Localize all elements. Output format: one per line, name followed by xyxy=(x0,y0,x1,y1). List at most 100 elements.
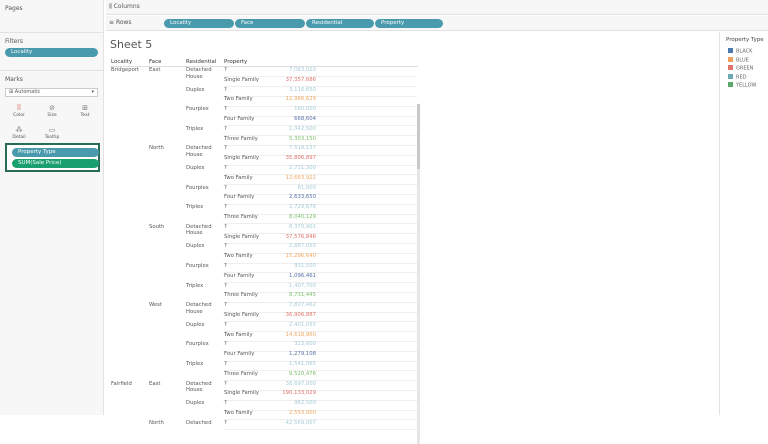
header-property: Property xyxy=(224,59,248,65)
cell-property: ? xyxy=(224,341,227,348)
cell-face: West xyxy=(149,302,163,309)
cell-sale-price: 9,520,476 xyxy=(289,370,316,377)
cell-residential: Detached House xyxy=(186,380,212,394)
text-button[interactable]: ⊞ Text xyxy=(72,103,98,123)
legend-label: YELLOW xyxy=(736,82,757,89)
cell-sale-price: 3,116,650 xyxy=(289,86,316,93)
header-face: Face xyxy=(149,59,162,65)
cell-locality: Bridgeport xyxy=(111,67,140,73)
rows-text: Rows xyxy=(115,19,132,26)
cell-face: North xyxy=(149,145,164,152)
legend-label: RED xyxy=(736,74,747,80)
cell-locality: Fairfield xyxy=(111,380,132,387)
marks-type-dropdown[interactable]: ⊞ Automatic ▾ xyxy=(5,88,98,97)
cell-property: Three Family xyxy=(224,370,258,377)
cell-sale-price: 962,500 xyxy=(294,400,316,407)
row-pill-locality[interactable]: Locality xyxy=(164,19,234,28)
cell-property: Three Family xyxy=(224,292,258,299)
cell-residential: Detached House xyxy=(186,67,212,80)
cell-sale-price: 2,731,300 xyxy=(289,165,316,171)
marks-pill-sum-sale-price[interactable]: SUM(Sale Price) xyxy=(12,159,99,168)
cell-sale-price: 37,576,846 xyxy=(285,233,316,240)
legend-label: BLUE xyxy=(736,57,749,63)
cell-face: East xyxy=(149,67,161,73)
legend-label: BLACK xyxy=(736,48,753,55)
cell-property: Two Family xyxy=(224,174,253,181)
legend-item[interactable]: BLUE xyxy=(728,56,749,63)
vertical-scrollbar[interactable] xyxy=(417,104,420,444)
cell-property: ? xyxy=(224,302,227,309)
cell-sale-price: 14,618,960 xyxy=(285,331,316,338)
cell-property: Single Family xyxy=(224,312,260,318)
legend-swatch xyxy=(728,73,733,79)
cell-property: Four Family xyxy=(224,194,255,201)
legend-item[interactable]: GREEN xyxy=(728,65,753,72)
cell-sale-price: 323,600 xyxy=(294,341,316,348)
cell-sale-price: 160,000 xyxy=(294,106,316,113)
legend-item[interactable]: BLACK xyxy=(728,48,752,55)
cell-residential: Detached xyxy=(186,419,212,426)
worksheet-view: Sheet 5 Locality Face Residential Proper… xyxy=(106,32,718,444)
legend-item[interactable]: RED xyxy=(728,73,747,80)
cell-property: Two Family xyxy=(224,253,253,260)
marks-pill-property-type[interactable]: Property Type xyxy=(12,148,99,157)
filter-pill-locality[interactable]: Locality xyxy=(5,48,98,57)
scrollbar-thumb[interactable] xyxy=(417,104,420,169)
cell-property: ? xyxy=(224,223,227,230)
cell-sale-price: 1,541,065 xyxy=(289,361,316,367)
row-divider xyxy=(223,144,417,146)
cell-sale-price: 7,807,462 xyxy=(289,302,316,309)
cell-sale-price: 37,357,686 xyxy=(285,76,316,83)
cell-property: ? xyxy=(224,106,227,113)
legend-swatch xyxy=(728,48,733,53)
cell-property: ? xyxy=(224,67,227,73)
cell-property: ? xyxy=(224,263,227,269)
pages-label: Pages xyxy=(5,5,23,12)
cell-residential: Fourplex xyxy=(186,341,209,348)
color-label: Color xyxy=(13,113,25,118)
cell-property: ? xyxy=(224,145,227,152)
row-divider xyxy=(223,262,417,264)
columns-shelf[interactable]: ⫼ Columns xyxy=(106,0,768,15)
rows-icon: ≡ xyxy=(109,19,116,26)
cell-property: Two Family xyxy=(224,410,253,416)
row-pill-residential[interactable]: Residential xyxy=(306,19,374,28)
cell-property: ? xyxy=(224,282,227,289)
cell-property: Single Family xyxy=(224,76,260,83)
row-divider xyxy=(223,125,417,127)
rows-shelf[interactable]: ≡ Rows Locality Face Residential Propert… xyxy=(106,16,768,31)
cell-property: Four Family xyxy=(224,351,255,358)
row-pill-face[interactable]: Face xyxy=(235,19,305,28)
color-button[interactable]: ⠿ Color xyxy=(6,103,32,123)
tooltip-icon: ▭ xyxy=(48,126,56,134)
size-button[interactable]: ⊘ Size xyxy=(39,103,65,123)
cell-sale-price: 2,633,650 xyxy=(289,194,316,201)
divider xyxy=(0,32,104,33)
cell-face: East xyxy=(149,380,161,387)
cell-property: ? xyxy=(224,165,227,171)
text-icon: ⊞ xyxy=(82,104,88,112)
detail-label: Detail xyxy=(12,135,26,140)
cell-residential: Duplex xyxy=(186,86,205,93)
cell-property: Two Family xyxy=(224,96,253,103)
row-pill-property[interactable]: Property xyxy=(375,19,443,28)
cell-sale-price: 35,806,897 xyxy=(285,155,316,162)
cell-property: Single Family xyxy=(224,233,260,240)
cell-sale-price: 8,040,129 xyxy=(289,214,316,220)
cell-sale-price: 668,604 xyxy=(294,116,316,122)
sheet-title: Sheet 5 xyxy=(110,38,153,51)
rows-label: ≡ Rows xyxy=(109,19,132,26)
tooltip-button[interactable]: ▭ Tooltip xyxy=(39,125,65,145)
cell-property: ? xyxy=(224,184,227,191)
marks-shelf: Property Type SUM(Sale Price) xyxy=(5,143,100,172)
cell-sale-price: 5,303,150 xyxy=(289,135,316,142)
cell-residential: Fourplex xyxy=(186,263,209,269)
cell-property: Four Family xyxy=(224,272,255,279)
legend-item[interactable]: YELLOW xyxy=(728,82,757,89)
legend-title: Property Type xyxy=(726,37,764,43)
cell-sale-price: 2,887,050 xyxy=(289,243,316,250)
cell-sale-price: 81,000 xyxy=(297,184,316,191)
header-locality: Locality xyxy=(111,59,133,65)
detail-button[interactable]: ⁂ Detail xyxy=(6,125,32,145)
legend-panel: Property Type BLACK BLUE GREEN RED YELLOW xyxy=(719,32,768,415)
